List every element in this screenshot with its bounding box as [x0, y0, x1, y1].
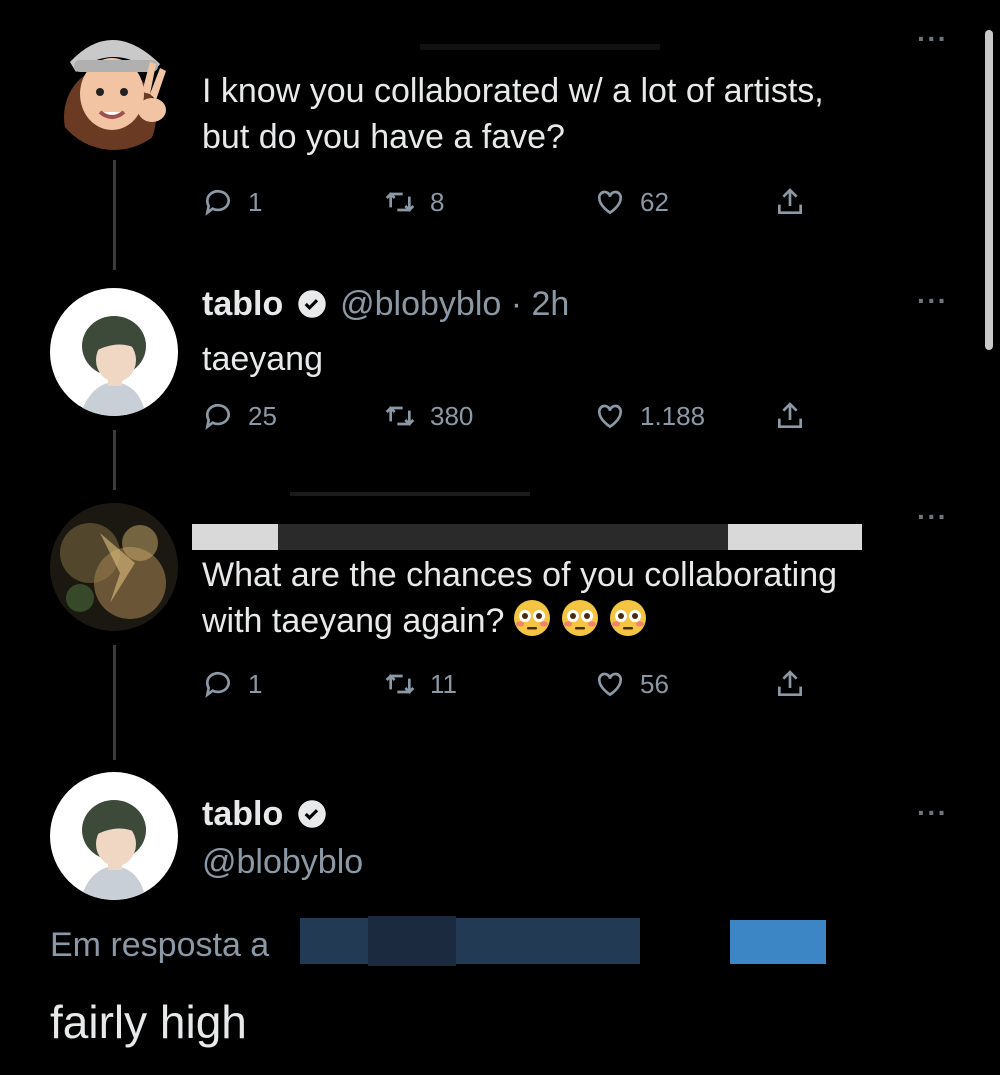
- handle[interactable]: @blobyblo: [202, 843, 363, 881]
- heart-icon: [597, 190, 623, 215]
- action-bar: 25 380 1.188: [202, 400, 842, 440]
- share-button[interactable]: [774, 186, 820, 218]
- reply-button[interactable]: 1: [202, 668, 262, 700]
- reply-context: Em resposta a: [50, 924, 269, 966]
- retweet-icon: [385, 192, 415, 212]
- share-button[interactable]: [774, 668, 820, 700]
- retweet-icon: [385, 674, 415, 694]
- redacted-header: [420, 44, 660, 50]
- tweet-text: What are the chances of you collaboratin…: [202, 552, 837, 644]
- tweet-text: I know you collaborated w/ a lot of arti…: [202, 68, 824, 160]
- like-button[interactable]: 62: [594, 186, 669, 218]
- reply-button[interactable]: 1: [202, 186, 262, 218]
- display-name[interactable]: tablo: [202, 285, 283, 323]
- redacted-mention[interactable]: [730, 920, 826, 964]
- handle[interactable]: @blobyblo: [340, 285, 501, 323]
- like-button[interactable]: 56: [594, 668, 669, 700]
- flushed-face-emoji: [610, 600, 647, 636]
- retweet-count: 11: [430, 668, 457, 699]
- reply-count: 1: [248, 668, 263, 699]
- text-line-content: with taeyang again?: [202, 602, 505, 640]
- retweet-count: 380: [430, 400, 474, 431]
- reply-button[interactable]: 25: [202, 400, 277, 432]
- author-line: tablo @blobyblo · 2h: [202, 284, 569, 324]
- thread-line: [113, 430, 116, 490]
- text-line: but do you have a fave?: [202, 118, 565, 156]
- reply-icon: [205, 671, 230, 698]
- retweet-count: 8: [430, 186, 445, 217]
- flushed-face-emoji: [514, 600, 551, 636]
- heart-icon: [597, 672, 623, 697]
- timestamp[interactable]: · 2h: [511, 285, 570, 323]
- like-count: 62: [640, 186, 669, 217]
- text-line: I know you collaborated w/ a lot of arti…: [202, 72, 824, 110]
- tweet-text: fairly high: [50, 996, 247, 1048]
- share-icon: [778, 670, 802, 696]
- share-icon: [778, 188, 802, 214]
- like-button[interactable]: 1.188: [594, 400, 705, 432]
- verified-badge-icon: [297, 800, 326, 828]
- action-bar: 1 8 62: [202, 186, 842, 226]
- thread-line: [113, 160, 116, 270]
- reply-icon: [205, 189, 230, 216]
- flushed-face-emoji: [562, 600, 599, 636]
- author-name-line: tablo: [202, 794, 331, 834]
- redacted-header: [290, 492, 530, 496]
- redacted-mention[interactable]: [300, 918, 640, 964]
- avatar[interactable]: [50, 288, 178, 416]
- author-handle-line: @blobyblo: [202, 842, 363, 882]
- text-line: with taeyang again?: [202, 598, 837, 644]
- avatar[interactable]: [50, 22, 178, 150]
- reply-icon: [205, 403, 230, 430]
- retweet-icon: [385, 406, 415, 426]
- more-icon[interactable]: ···: [917, 25, 948, 53]
- reply-count: 25: [248, 400, 277, 431]
- thread-line: [113, 645, 116, 760]
- verified-badge-icon: [297, 290, 326, 318]
- retweet-button[interactable]: 8: [384, 186, 444, 218]
- share-icon: [778, 402, 802, 428]
- more-icon[interactable]: ···: [917, 287, 948, 315]
- retweet-button[interactable]: 11: [384, 668, 457, 700]
- reply-prefix: Em resposta a: [50, 926, 270, 964]
- display-name[interactable]: tablo: [202, 795, 283, 833]
- action-bar: 1 11 56: [202, 668, 842, 708]
- heart-icon: [597, 404, 623, 429]
- redacted-name: [278, 524, 728, 550]
- tweet-text: taeyang: [202, 340, 323, 378]
- like-count: 56: [640, 668, 669, 699]
- reply-count: 1: [248, 186, 263, 217]
- like-count: 1.188: [640, 400, 706, 431]
- scrollbar[interactable]: [985, 30, 993, 350]
- more-icon[interactable]: ···: [917, 799, 948, 827]
- share-button[interactable]: [774, 400, 820, 432]
- avatar[interactable]: [50, 772, 178, 900]
- avatar[interactable]: [50, 503, 178, 631]
- text-line: What are the chances of you collaboratin…: [202, 556, 838, 594]
- redacted-mention[interactable]: [368, 916, 456, 966]
- retweet-button[interactable]: 380: [384, 400, 473, 432]
- more-icon[interactable]: ···: [917, 503, 948, 531]
